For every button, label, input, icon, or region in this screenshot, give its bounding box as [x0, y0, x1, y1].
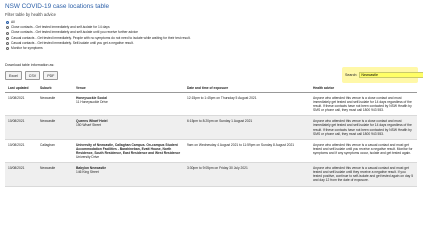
cell-venue: Honeysuckle Social 11 Honeysuckle Drive [73, 92, 184, 117]
radio-button[interactable] [6, 47, 9, 51]
radio-button[interactable] [6, 26, 9, 30]
pdf-button[interactable]: PDF [43, 71, 59, 80]
header-exposure-time[interactable]: Date and time of exposure [184, 84, 310, 93]
filter-option-label: Monitor for symptoms [11, 46, 43, 51]
case-locations-table: Last updated Suburb Venue Date and time … [5, 84, 417, 187]
health-advice-filter: All Close contacts - Get tested immediate… [6, 20, 191, 51]
cell-exposure-time: 12:15pm to 1:45pm on Thursday 5 August 2… [184, 92, 310, 117]
table-row: 10/08/2021 Callaghan University of Newcast… [5, 139, 417, 164]
download-buttons: Excel CSV PDF [5, 71, 59, 80]
cell-last-updated: 10/08/2021 [5, 162, 37, 187]
cell-exposure-time: 9am on Wednesday 4 August 2021 to 11:59p… [184, 139, 310, 164]
cell-last-updated: 10/08/2021 [5, 92, 37, 117]
cell-suburb: Callaghan [37, 139, 73, 164]
table-row: 10/08/2021 Newcastle Honeysuckle Social 11 … [5, 92, 417, 117]
header-venue[interactable]: Venue [73, 84, 184, 93]
venue-address: 150 Wharf Street [76, 123, 101, 128]
venue-address: University Drive [76, 155, 100, 160]
excel-button[interactable]: Excel [5, 71, 22, 80]
csv-button[interactable]: CSV [24, 71, 41, 80]
venue-name: University of Newcastle, Callaghan Campu… [76, 142, 181, 155]
cell-suburb: Newcastle [37, 115, 73, 140]
header-last-updated[interactable]: Last updated [5, 84, 37, 93]
cell-health-advice: Anyone who attended this venue is a clos… [310, 92, 417, 117]
cell-health-advice: Anyone who attended this venue is a clos… [310, 115, 417, 140]
table-row: 10/08/2021 Newcastle Babylon Newcastle 146 … [5, 162, 417, 187]
search-box: Search: [345, 72, 423, 78]
cell-venue: Babylon Newcastle 146 King Street [73, 162, 184, 187]
download-label: Download table information as: [5, 63, 55, 67]
cell-health-advice: Anyone who attended this venue is a casu… [310, 162, 417, 187]
cell-venue: Queens Wharf Hotel 150 Wharf Street [73, 115, 184, 140]
search-label: Search: [345, 73, 358, 77]
cell-health-advice: Anyone who attended this venue is a casu… [310, 139, 417, 164]
cell-exposure-time: 6:15pm to 8:20pm on Sunday 1 August 2021 [184, 115, 310, 140]
filter-option[interactable]: Monitor for symptoms [6, 46, 191, 51]
table-row: 10/08/2021 Newcastle Queens Wharf Hotel 150… [5, 115, 417, 140]
radio-button[interactable] [6, 36, 9, 40]
header-health-advice[interactable]: Health advice [310, 84, 417, 93]
venue-address: 11 Honeysuckle Drive [76, 100, 108, 105]
venue-address: 146 King Street [76, 170, 99, 175]
header-suburb[interactable]: Suburb [37, 84, 73, 93]
search-input[interactable] [359, 72, 423, 78]
cell-last-updated: 10/08/2021 [5, 115, 37, 140]
filter-title: Filter table by health advice [5, 12, 56, 17]
radio-button[interactable] [6, 21, 9, 25]
cell-suburb: Newcastle [37, 162, 73, 187]
cell-suburb: Newcastle [37, 92, 73, 117]
page-title: NSW COVID-19 case locations table [5, 3, 110, 10]
radio-button[interactable] [6, 31, 9, 35]
cell-exposure-time: 3:30pm to 9:05pm on Friday 30 July 2021 [184, 162, 310, 187]
cell-last-updated: 10/08/2021 [5, 139, 37, 164]
table-header-row: Last updated Suburb Venue Date and time … [5, 84, 417, 93]
radio-button[interactable] [6, 41, 9, 45]
cell-venue: University of Newcastle, Callaghan Campu… [73, 139, 184, 164]
